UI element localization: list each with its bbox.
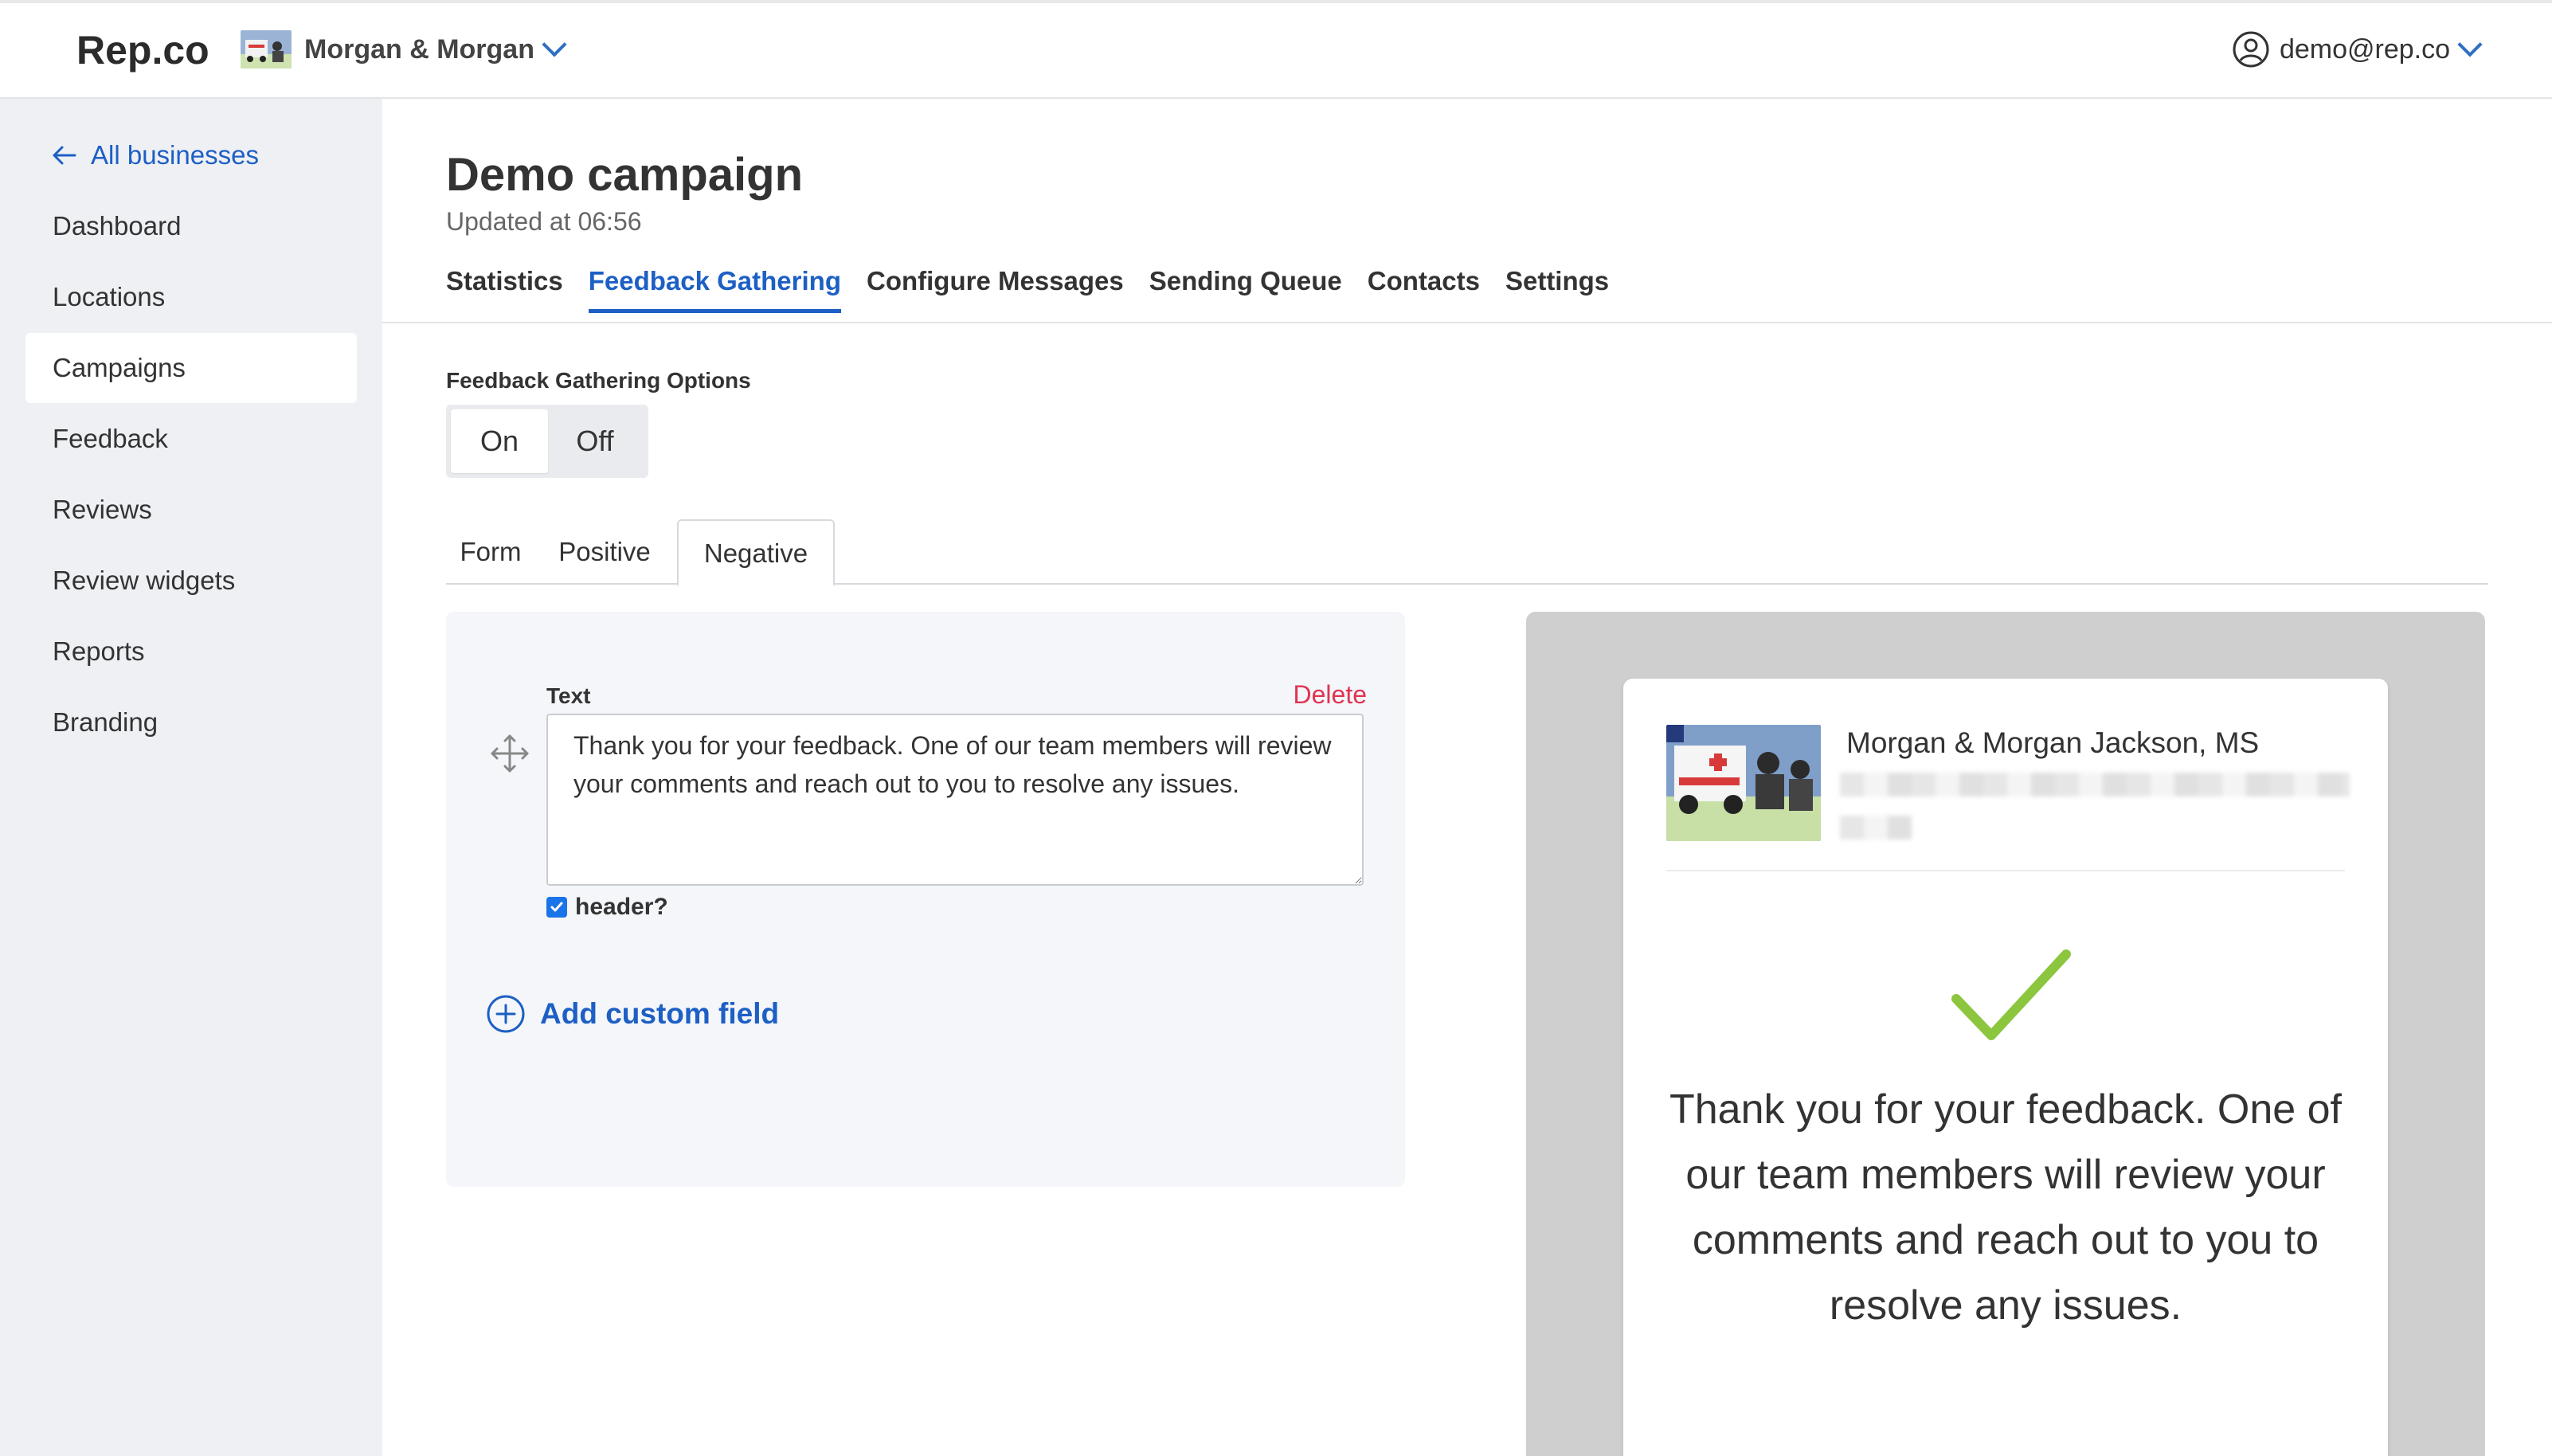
subtab-negative[interactable]: Negative — [677, 519, 835, 586]
updated-timestamp: Updated at 06:56 — [446, 207, 642, 236]
toggle-on-button[interactable]: On — [451, 409, 548, 473]
page-title: Demo campaign — [446, 149, 803, 201]
checkmark-icon — [550, 902, 563, 912]
all-businesses-label: All businesses — [91, 140, 259, 170]
negative-editor-card: Text Delete Thank you for your feedback.… — [446, 612, 1405, 1187]
feedback-options-toggle: On Off — [446, 405, 648, 478]
drag-handle-icon[interactable] — [487, 731, 532, 776]
business-switcher[interactable]: Morgan & Morgan — [241, 30, 567, 68]
chevron-down-icon — [2457, 32, 2483, 57]
text-field-label: Text — [546, 683, 591, 708]
user-menu[interactable]: demo@rep.co — [2232, 30, 2483, 68]
sidebar-item-review-widgets[interactable]: Review widgets — [25, 546, 357, 616]
user-icon — [2233, 31, 2269, 68]
preview-business-name: Morgan & Morgan Jackson, MS — [1846, 726, 2260, 759]
preview-message: Thank you for your feedback. One of our … — [1669, 1086, 2343, 1329]
subtab-form[interactable]: Form — [446, 519, 535, 585]
tab-feedback-gathering[interactable]: Feedback Gathering — [588, 266, 841, 313]
chevron-down-icon — [542, 32, 567, 57]
subtab-positive[interactable]: Positive — [535, 519, 674, 585]
sidebar-item-locations[interactable]: Locations — [25, 262, 357, 332]
delete-field-link[interactable]: Delete — [1294, 680, 1368, 710]
sidebar-nav: Dashboard Locations Campaigns Feedback R… — [25, 191, 357, 758]
feedback-subtabs: Form Positive Negative — [446, 519, 2488, 586]
sidebar-item-feedback[interactable]: Feedback — [25, 404, 357, 474]
header-checkbox-label: header? — [575, 894, 668, 920]
preview-panel: Morgan & Morgan Jackson, MS Thank you fo… — [1526, 612, 2485, 1456]
all-businesses-link[interactable]: All businesses — [51, 140, 259, 170]
preview-card: Morgan & Morgan Jackson, MS Thank you fo… — [1623, 679, 2388, 1456]
add-custom-field-button[interactable]: Add custom field — [486, 994, 779, 1034]
checkmark-icon — [1951, 949, 2071, 1040]
blurred-address — [1840, 773, 2350, 796]
tab-settings[interactable]: Settings — [1505, 266, 1609, 313]
main-content: Demo campaign Updated at 06:56 Statistic… — [382, 99, 2552, 1456]
campaign-tabs: Statistics Feedback Gathering Configure … — [446, 266, 1634, 313]
header-checkbox[interactable] — [546, 897, 567, 918]
plus-circle-icon — [487, 995, 525, 1033]
header-checkbox-row: header? — [546, 894, 668, 921]
user-email: demo@rep.co — [2279, 33, 2450, 65]
feedback-text-input[interactable]: Thank you for your feedback. One of our … — [546, 714, 1364, 886]
blurred-address-line-2 — [1840, 816, 1912, 840]
sidebar-item-branding[interactable]: Branding — [25, 687, 357, 757]
business-thumbnail — [241, 30, 292, 68]
add-custom-field-label: Add custom field — [540, 997, 780, 1030]
business-name: Morgan & Morgan — [304, 33, 534, 65]
sidebar-item-reviews[interactable]: Reviews — [25, 475, 357, 545]
tab-statistics[interactable]: Statistics — [446, 266, 563, 313]
tab-contacts[interactable]: Contacts — [1368, 266, 1480, 313]
sidebar: All businesses Dashboard Locations Campa… — [0, 99, 382, 1456]
tab-configure-messages[interactable]: Configure Messages — [867, 266, 1124, 313]
sidebar-item-campaigns[interactable]: Campaigns — [25, 333, 357, 403]
preview-business-image — [1666, 725, 1821, 841]
preview-divider — [1666, 870, 2345, 871]
feedback-options-label: Feedback Gathering Options — [446, 368, 751, 393]
arrow-left-icon — [53, 146, 76, 165]
brand-logo[interactable]: Rep.co — [76, 27, 209, 73]
sidebar-item-dashboard[interactable]: Dashboard — [25, 191, 357, 261]
sidebar-item-reports[interactable]: Reports — [25, 616, 357, 687]
top-bar: Rep.co Morgan & Morgan demo@rep.co — [0, 0, 2552, 99]
tab-sending-queue[interactable]: Sending Queue — [1149, 266, 1342, 313]
toggle-off-button[interactable]: Off — [548, 409, 642, 473]
tabs-divider — [382, 322, 2552, 323]
